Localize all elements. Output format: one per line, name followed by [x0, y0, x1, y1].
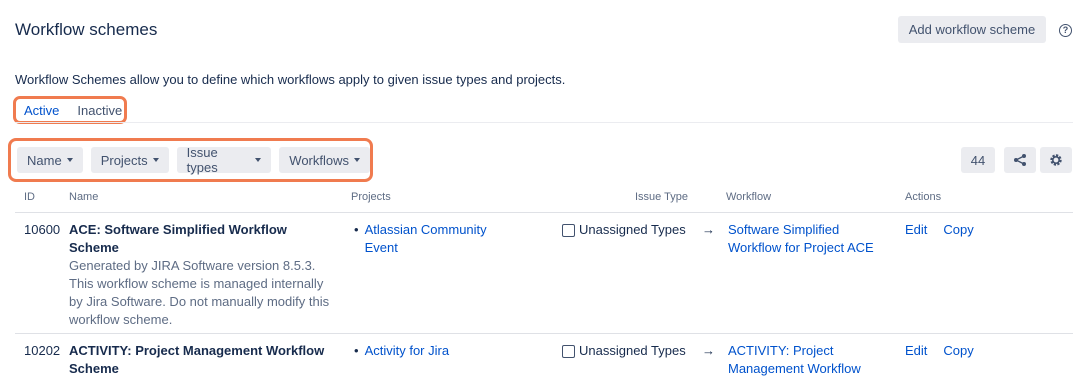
copy-link[interactable]: Copy: [943, 221, 973, 239]
scheme-name: ACE: Software Simplified Workflow Scheme: [69, 222, 287, 255]
issue-type-icon: [562, 344, 575, 358]
workflow-link[interactable]: Software Simplified Workflow for Project…: [728, 221, 888, 257]
filter-issue-types-label: Issue types: [186, 145, 218, 175]
row-divider: [15, 212, 1073, 213]
settings-button[interactable]: [1040, 147, 1072, 173]
actions-cell: Edit Copy: [905, 342, 974, 360]
copy-link[interactable]: Copy: [943, 342, 973, 360]
column-header-projects: Projects: [351, 191, 391, 203]
issue-type-label: Unassigned Types: [579, 343, 686, 358]
column-header-actions: Actions: [905, 191, 942, 203]
column-header-id: ID: [24, 191, 35, 203]
caret-down-icon: [152, 158, 159, 162]
share-button[interactable]: [1004, 147, 1036, 173]
share-icon: [1014, 154, 1026, 166]
bullet-icon: •: [354, 343, 359, 358]
add-workflow-scheme-button[interactable]: Add workflow scheme: [898, 16, 1046, 43]
project-cell: • Activity for Jira: [354, 342, 504, 360]
column-header-issue-type: Issue Type: [635, 191, 688, 203]
scheme-name-cell: ACE: Software Simplified Workflow Scheme…: [69, 221, 339, 329]
result-count-badge: 44: [961, 147, 995, 173]
filter-workflows-button[interactable]: Workflows: [279, 147, 370, 173]
column-header-name: Name: [69, 191, 99, 203]
filter-bar: Name Projects Issue types Workflows: [8, 138, 373, 182]
filter-projects-button[interactable]: Projects: [90, 147, 169, 173]
page-title: Workflow schemes: [15, 20, 158, 39]
issue-type-cell: Unassigned Types: [562, 221, 686, 239]
divider: [15, 122, 1073, 123]
actions-cell: Edit Copy: [905, 221, 974, 239]
scheme-id: 10600: [24, 222, 61, 237]
issue-type-label: Unassigned Types: [579, 222, 686, 237]
page-description: Workflow Schemes allow you to define whi…: [15, 72, 566, 87]
caret-down-icon: [354, 158, 360, 162]
scheme-name: ACTIVITY: Project Management Workflow Sc…: [69, 343, 325, 376]
filter-issue-types-button[interactable]: Issue types: [176, 145, 272, 175]
tab-inactive[interactable]: Inactive: [77, 103, 122, 118]
arrow-icon: →: [702, 343, 715, 358]
project-link[interactable]: Atlassian Community Event: [365, 221, 495, 257]
state-tabs: Active Inactive: [13, 96, 127, 124]
bullet-icon: •: [354, 222, 359, 237]
edit-link[interactable]: Edit: [905, 342, 927, 360]
tab-active[interactable]: Active: [24, 103, 59, 118]
scheme-description: Generated by JIRA Software version 8.5.3…: [69, 258, 330, 327]
filter-workflows-label: Workflows: [289, 152, 349, 168]
scheme-name-cell: ACTIVITY: Project Management Workflow Sc…: [69, 342, 339, 378]
issue-type-cell: Unassigned Types: [562, 342, 686, 360]
edit-link[interactable]: Edit: [905, 221, 927, 239]
caret-down-icon: [255, 158, 262, 162]
caret-down-icon: [66, 158, 73, 162]
issue-type-icon: [562, 223, 575, 237]
filter-projects-label: Projects: [100, 152, 148, 168]
arrow-icon: →: [702, 222, 715, 237]
project-cell: • Atlassian Community Event: [354, 221, 504, 257]
column-header-workflow: Workflow: [726, 191, 772, 203]
project-link[interactable]: Activity for Jira: [365, 342, 495, 360]
row-divider: [15, 333, 1073, 334]
filter-name-button[interactable]: Name: [17, 147, 83, 173]
gear-icon: [1050, 154, 1062, 166]
filter-name-label: Name: [27, 152, 62, 168]
workflow-link[interactable]: ACTIVITY: Project Management Workflow: [728, 342, 888, 378]
help-icon[interactable]: ?: [1059, 24, 1072, 37]
scheme-id: 10202: [24, 343, 61, 358]
